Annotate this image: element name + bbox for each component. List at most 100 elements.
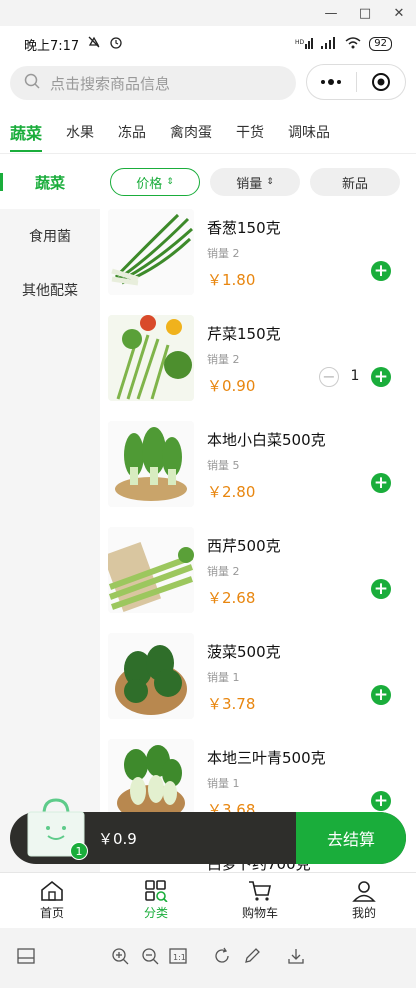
product-price: ￥1.80 <box>207 271 256 289</box>
product-item[interactable]: 香葱150克 销量 2 ￥1.80 + <box>100 209 416 315</box>
product-sales: 销量 2 <box>207 353 240 366</box>
sort-arrows-icon: ⇕ <box>166 177 174 187</box>
zoom-out-icon[interactable] <box>140 946 160 966</box>
search-placeholder: 点击搜索商品信息 <box>50 74 171 93</box>
checkout-button[interactable]: 去结算 <box>296 812 406 864</box>
status-time: 晚上7:17 <box>24 38 80 54</box>
add-to-cart-button[interactable]: + <box>371 473 391 493</box>
tab-category-label: 分类 <box>143 906 168 920</box>
bottom-tab-bar: 首页 分类 购物车 我的 <box>0 872 416 928</box>
add-to-cart-button[interactable]: + <box>371 685 391 705</box>
svg-text:HD: HD <box>295 39 305 46</box>
product-name: 芹菜150克 <box>207 325 281 343</box>
product-image-scallion[interactable] <box>108 209 194 295</box>
sort-sales-label: 销量 <box>236 176 263 192</box>
tab-cart-label: 购物车 <box>241 906 278 920</box>
product-item[interactable]: 菠菜500克 销量 1 ￥3.78 + <box>100 633 416 739</box>
cart-count-badge: 1 <box>70 842 88 860</box>
sidebar-item-other-sides[interactable]: 其他配菜 <box>0 263 100 317</box>
minimize-button[interactable]: — <box>314 0 348 26</box>
miniprogram-capsule <box>306 64 406 100</box>
home-icon <box>41 880 63 901</box>
tab-home[interactable]: 首页 <box>0 873 104 928</box>
tab-vegetables[interactable]: 蔬菜 <box>10 110 43 154</box>
add-to-cart-button[interactable]: + <box>371 791 391 811</box>
product-price: ￥0.90 <box>207 377 256 395</box>
search-input[interactable]: 点击搜索商品信息 <box>10 66 296 100</box>
cart-icon <box>249 881 271 901</box>
sort-new-button[interactable]: 新品 <box>310 168 400 196</box>
actual-size-icon[interactable]: 1:1 <box>168 946 188 966</box>
sort-arrows-icon: ⇕ <box>266 177 274 187</box>
svg-text:1:1: 1:1 <box>173 953 186 962</box>
close-miniprogram-button[interactable] <box>356 65 405 99</box>
product-name: 西芹500克 <box>207 537 281 555</box>
product-list: 香葱150克 销量 2 ￥1.80 + 芹菜150克 销量 2 ￥0.90 − … <box>100 209 416 909</box>
tab-profile[interactable]: 我的 <box>312 873 416 928</box>
tab-seasonings[interactable]: 调味品 <box>288 110 330 154</box>
product-image-western-celery[interactable] <box>108 527 194 613</box>
category-tabs: 蔬菜 水果 冻品 禽肉蛋 干货 调味品 <box>0 110 416 154</box>
product-image-celery[interactable] <box>108 315 194 401</box>
product-image-spinach[interactable] <box>108 633 194 719</box>
product-sales: 销量 1 <box>207 671 240 684</box>
more-dots-icon <box>321 79 342 85</box>
product-name: 本地小白菜500克 <box>207 431 326 449</box>
phone-screen: 晚上7:17 HD 92 点击搜索商品信息 蔬菜 水果 冻品 禽肉蛋 干货 调味… <box>0 26 416 928</box>
download-icon[interactable] <box>286 946 306 966</box>
tab-dried-goods[interactable]: 干货 <box>236 110 264 154</box>
cart-quantity: 1 <box>350 368 360 384</box>
add-to-cart-button[interactable]: + <box>371 367 391 387</box>
maximize-button[interactable]: □ <box>348 0 382 26</box>
product-item[interactable]: 西芹500克 销量 2 ￥2.68 + <box>100 527 416 633</box>
add-to-cart-button[interactable]: + <box>371 261 391 281</box>
product-item[interactable]: 芹菜150克 销量 2 ￥0.90 − 1 + <box>100 315 416 421</box>
zoom-in-icon[interactable] <box>110 946 130 966</box>
remove-from-cart-button[interactable]: − <box>319 367 339 387</box>
product-name: 香葱150克 <box>207 219 281 237</box>
user-icon <box>352 881 376 902</box>
tab-home-label: 首页 <box>39 906 64 920</box>
product-sales: 销量 1 <box>207 777 240 790</box>
alarm-icon <box>109 35 123 53</box>
cart-total: ￥0.9 <box>98 830 137 848</box>
tab-category[interactable]: 分类 <box>104 873 208 928</box>
product-image-bok-choy[interactable] <box>108 421 194 507</box>
rotate-icon[interactable] <box>212 946 232 966</box>
sort-price-label: 价格 <box>136 176 163 192</box>
tab-profile-label: 我的 <box>351 906 376 920</box>
sort-new-label: 新品 <box>341 176 368 192</box>
product-sales: 销量 2 <box>207 565 240 578</box>
tab-meat-eggs[interactable]: 禽肉蛋 <box>170 110 212 154</box>
sort-bar: 价格 ⇕ 销量 ⇕ 新品 <box>100 155 416 209</box>
add-to-cart-button[interactable]: + <box>371 579 391 599</box>
tab-frozen[interactable]: 冻品 <box>118 110 146 154</box>
more-menu-button[interactable] <box>307 65 356 99</box>
product-item[interactable]: 本地小白菜500克 销量 5 ￥2.80 + <box>100 421 416 527</box>
product-name: 本地三叶青500克 <box>207 749 326 767</box>
product-name: 菠菜500克 <box>207 643 281 661</box>
wifi-icon <box>345 36 361 52</box>
search-icon <box>24 73 40 93</box>
tab-cart[interactable]: 购物车 <box>208 873 312 928</box>
category-grid-icon <box>145 880 168 902</box>
product-price: ￥2.80 <box>207 483 256 501</box>
layout-icon[interactable] <box>16 946 36 966</box>
tab-fruit[interactable]: 水果 <box>66 110 94 154</box>
sort-price-button[interactable]: 价格 ⇕ <box>110 168 200 196</box>
window-titlebar: — □ ✕ <box>0 0 416 26</box>
status-bar: 晚上7:17 HD 92 <box>0 26 416 62</box>
hd-signal-icon: HD <box>295 37 314 52</box>
viewer-toolbar: 1:1 <box>0 928 416 988</box>
edit-pencil-icon[interactable] <box>242 946 262 966</box>
close-button[interactable]: ✕ <box>382 0 416 26</box>
battery-indicator: 92 <box>369 37 392 51</box>
sort-sales-button[interactable]: 销量 ⇕ <box>210 168 300 196</box>
product-price: ￥2.68 <box>207 589 256 607</box>
signal-icon <box>321 36 337 52</box>
sidebar-item-mushrooms[interactable]: 食用菌 <box>0 209 100 263</box>
sidebar-item-vegetables[interactable]: 蔬菜 <box>0 155 100 209</box>
product-sales: 销量 2 <box>207 247 240 260</box>
target-icon <box>371 73 390 91</box>
cart-bar[interactable]: 1 ￥0.9 去结算 <box>10 798 406 864</box>
